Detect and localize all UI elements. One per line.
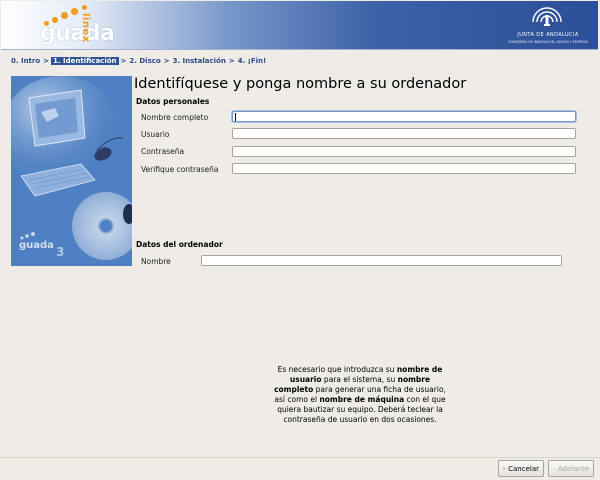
step-fin: 4. ¡Fin!	[237, 56, 267, 65]
help-text-bold: nombre de máquina	[319, 395, 405, 404]
cancel-button-label: Cancelar	[508, 464, 539, 473]
hostname-label: Nombre	[141, 257, 171, 266]
breadcrumb-separator: >	[120, 56, 127, 65]
help-text-part: para el sistema, su	[321, 375, 398, 384]
computer-illustration-icon: guada 3	[11, 76, 132, 266]
forward-button[interactable]: Adelante	[548, 460, 594, 477]
step-instalacion: 3. Instalación	[172, 56, 226, 65]
breadcrumb-separator: >	[228, 56, 235, 65]
step-identificacion: 1. Identificación	[51, 56, 119, 65]
red-x-icon	[503, 467, 505, 470]
guadalinex-logo-suffix: linex	[80, 13, 91, 43]
password-input[interactable]	[232, 146, 576, 157]
side-version-text: 3	[56, 245, 64, 259]
username-input[interactable]	[232, 128, 576, 139]
org-subtitle: CONSEJERÍA DE INNOVACIÓN, CIENCIA Y EMPR…	[507, 40, 589, 44]
full-name-label: Nombre completo	[141, 113, 209, 122]
step-disco: 2. Disco	[129, 56, 161, 65]
help-text: Es necesario que introduzca su nombre de…	[270, 365, 450, 425]
side-illustration: guada 3	[11, 76, 132, 266]
computer-data-heading: Datos del ordenador	[136, 240, 223, 249]
password-confirm-label: Verifique contraseña	[141, 165, 219, 174]
junta-emblem-icon	[532, 7, 562, 26]
username-label: Usuario	[141, 130, 170, 139]
forward-arrow-icon	[553, 467, 555, 470]
header-banner: guada linex JUNTA DE ANDALUCIA CONSEJERÍ…	[1, 1, 598, 50]
side-brand-text: guada	[19, 240, 54, 251]
password-confirm-input[interactable]	[232, 163, 576, 174]
guadalinex-logo: guada	[40, 21, 115, 46]
help-text-part: Es necesario que introduzca su	[277, 365, 397, 374]
full-name-input[interactable]	[232, 111, 576, 122]
step-intro: 0. Intro	[11, 56, 41, 65]
junta-andalucia-logo: JUNTA DE ANDALUCIA CONSEJERÍA DE INNOVAC…	[508, 6, 588, 46]
hostname-input[interactable]	[201, 255, 562, 266]
password-label: Contraseña	[141, 147, 185, 156]
text-caret	[235, 113, 236, 121]
cancel-button[interactable]: Cancelar	[498, 460, 544, 477]
breadcrumb: 0. Intro > 1. Identificación > 2. Disco …	[10, 55, 267, 66]
breadcrumb-separator: >	[43, 56, 50, 65]
org-name: JUNTA DE ANDALUCIA	[517, 32, 579, 38]
page-title: Identifíquese y ponga nombre a su ordena…	[134, 76, 467, 92]
forward-button-label: Adelante	[557, 464, 589, 473]
personal-data-heading: Datos personales	[136, 97, 210, 106]
breadcrumb-separator: >	[163, 56, 170, 65]
